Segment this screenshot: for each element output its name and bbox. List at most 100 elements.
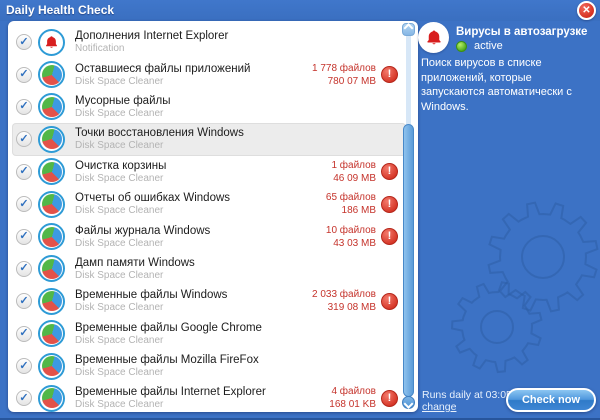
item-title: Оставшиеся файлы приложений	[75, 62, 251, 75]
item-size: 46 09 MB	[333, 172, 376, 184]
list-item[interactable]: ✓ Отчеты об ошибках Windows Disk Space C…	[12, 188, 406, 220]
checkbox[interactable]: ✓	[16, 293, 32, 310]
health-check-list-panel: ✓ Дополнения Internet Explorer Notificat…	[8, 21, 418, 412]
check-icon: ✓	[19, 132, 29, 145]
alert-icon: !	[381, 389, 398, 407]
alert-icon: !	[381, 292, 398, 310]
item-text: Оставшиеся файлы приложений Disk Space C…	[75, 63, 250, 87]
list-item[interactable]: ✓ Дамп памяти Windows Disk Space Cleaner	[12, 253, 406, 285]
item-text: Временные файлы Windows Disk Space Clean…	[75, 289, 227, 313]
check-icon: ✓	[19, 100, 29, 113]
item-files-count: 1 файлов	[331, 159, 376, 171]
check-icon: ✓	[19, 294, 29, 307]
item-text: Дамп памяти Windows Disk Space Cleaner	[75, 257, 195, 281]
item-title: Временные файлы Google Chrome	[75, 321, 262, 334]
status-label: active	[474, 40, 503, 52]
change-link[interactable]: change	[422, 401, 456, 413]
list-item[interactable]: ✓ Временные файлы Google Chrome Disk Spa…	[12, 318, 406, 350]
check-icon: ✓	[19, 68, 29, 81]
checkbox[interactable]: ✓	[16, 34, 32, 51]
checkbox[interactable]: ✓	[16, 260, 32, 277]
detail-description: Поиск вирусов в списке приложений, котор…	[421, 57, 572, 113]
checkbox[interactable]: ✓	[16, 325, 32, 342]
item-size: 168 01 KB	[329, 399, 376, 411]
check-icon: ✓	[19, 391, 29, 404]
item-subtitle: Disk Space Cleaner	[75, 399, 164, 411]
list-item[interactable]: ✓ Временные файлы Mozilla FireFox Disk S…	[12, 350, 406, 382]
item-files-count: 2 033 файлов	[312, 289, 376, 301]
item-title: Очистка корзины	[75, 159, 167, 172]
item-values: 4 файлов 168 01 KB	[329, 385, 376, 411]
item-text: Временные файлы Internet Explorer Disk S…	[75, 386, 266, 410]
list-item[interactable]: ✓ Оставшиеся файлы приложений Disk Space…	[12, 58, 406, 90]
checkbox[interactable]: ✓	[16, 66, 32, 83]
bell-icon	[418, 22, 449, 53]
check-icon: ✓	[19, 327, 29, 340]
checkbox[interactable]: ✓	[16, 358, 32, 375]
pie-icon	[38, 93, 65, 121]
item-text: Мусорные файлы Disk Space Cleaner	[75, 95, 170, 119]
check-icon: ✓	[19, 197, 29, 210]
list-item[interactable]: ✓ Точки восстановления Windows Disk Spac…	[12, 123, 406, 156]
pie-icon	[38, 287, 65, 315]
item-size: 319 08 MB	[327, 302, 376, 314]
check-icon: ✓	[19, 230, 29, 243]
chevron-down-icon	[403, 398, 414, 409]
checkbox[interactable]: ✓	[16, 390, 32, 407]
pie-icon	[38, 255, 65, 283]
item-subtitle: Disk Space Cleaner	[75, 367, 164, 379]
alert-icon: !	[381, 66, 398, 84]
pie-icon	[38, 158, 65, 186]
item-size: 780 07 MB	[327, 75, 376, 87]
item-text: Файлы журнала Windows Disk Space Cleaner	[75, 225, 210, 249]
scroll-down-button[interactable]	[402, 396, 415, 409]
item-text: Отчеты об ошибках Windows Disk Space Cle…	[75, 192, 230, 216]
item-size: 186 MB	[341, 205, 376, 217]
list-item[interactable]: ✓ Очистка корзины Disk Space Cleaner 1 ф…	[12, 156, 406, 188]
list-item[interactable]: ✓ Дополнения Internet Explorer Notificat…	[12, 26, 406, 58]
check-icon: ✓	[19, 359, 29, 372]
scrollbar[interactable]	[402, 23, 415, 409]
alert-icon: !	[381, 195, 398, 213]
status-dot-icon	[456, 40, 467, 52]
list-item[interactable]: ✓ Файлы журнала Windows Disk Space Clean…	[12, 220, 406, 252]
pie-icon	[38, 384, 65, 412]
checkbox[interactable]: ✓	[16, 131, 32, 148]
item-subtitle: Disk Space Cleaner	[75, 140, 164, 152]
item-title: Дополнения Internet Explorer	[75, 30, 229, 43]
item-subtitle: Disk Space Cleaner	[75, 334, 164, 346]
item-title: Файлы журнала Windows	[75, 224, 211, 237]
item-text: Временные файлы Mozilla FireFox Disk Spa…	[75, 354, 259, 378]
item-title: Временные файлы Windows	[75, 289, 228, 302]
item-subtitle: Disk Space Cleaner	[75, 205, 164, 217]
item-values: 1 файлов 46 09 MB	[331, 159, 376, 185]
checkbox[interactable]: ✓	[16, 196, 32, 213]
detail-title: Вирусы в автозагрузке	[456, 26, 588, 38]
check-icon: ✓	[19, 165, 29, 178]
item-values: 10 файлов 43 03 MB	[326, 224, 376, 250]
item-subtitle: Disk Space Cleaner	[75, 75, 164, 87]
list-item[interactable]: ✓ Мусорные файлы Disk Space Cleaner	[12, 91, 406, 123]
item-values: 65 файлов 186 MB	[326, 191, 376, 217]
alert-icon: !	[381, 163, 398, 181]
list-item[interactable]: ✓ Временные файлы Internet Explorer Disk…	[12, 382, 406, 412]
scroll-up-button[interactable]	[402, 23, 415, 36]
item-title: Точки восстановления Windows	[75, 127, 244, 140]
item-text: Дополнения Internet Explorer Notificatio…	[75, 30, 228, 54]
scrollbar-thumb[interactable]	[403, 124, 414, 397]
item-files-count: 4 файлов	[331, 386, 376, 398]
checkbox[interactable]: ✓	[16, 163, 32, 180]
item-title: Мусорные файлы	[75, 94, 171, 107]
checkbox[interactable]: ✓	[16, 228, 32, 245]
item-values: 1 778 файлов 780 07 MB	[312, 62, 376, 88]
item-text: Точки восстановления Windows Disk Space …	[75, 127, 244, 151]
checkbox[interactable]: ✓	[16, 98, 32, 115]
check-icon: ✓	[19, 262, 29, 275]
pie-icon	[38, 352, 65, 380]
item-values: 2 033 файлов 319 08 MB	[312, 288, 376, 314]
list-item[interactable]: ✓ Временные файлы Windows Disk Space Cle…	[12, 285, 406, 317]
item-title: Временные файлы Mozilla FireFox	[75, 354, 259, 367]
check-now-button[interactable]: Check now	[506, 388, 596, 412]
status-row: active	[456, 40, 503, 52]
item-subtitle: Disk Space Cleaner	[75, 107, 164, 119]
